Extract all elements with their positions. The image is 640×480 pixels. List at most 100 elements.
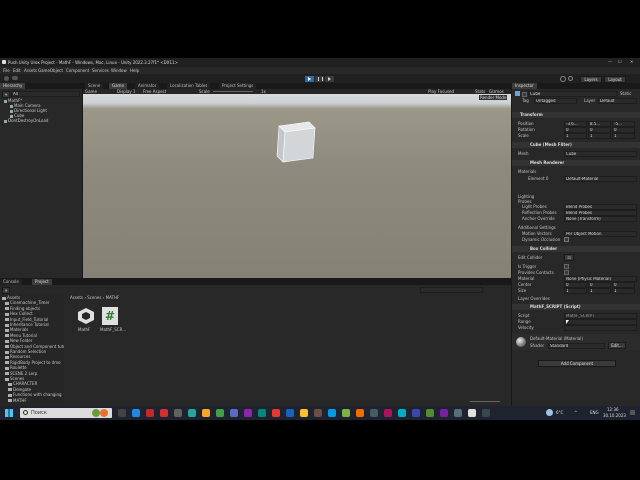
app-icon-24[interactable] — [454, 409, 462, 417]
layer-overrides-label[interactable]: Layer Overrides — [518, 296, 550, 301]
provides-contacts-checkbox[interactable] — [564, 270, 569, 275]
menu-gameobject[interactable]: GameObject — [38, 68, 63, 73]
app-icon-1[interactable] — [132, 409, 140, 417]
motion-vectors-dropdown[interactable]: Per Object Motion — [564, 231, 637, 237]
project-tree-item[interactable]: Functions with changing — [8, 392, 64, 397]
app-icon-10[interactable] — [258, 409, 266, 417]
unity-taskbar-icon[interactable] — [468, 409, 476, 417]
app-icon-18[interactable] — [370, 409, 378, 417]
project-tree-item[interactable]: Materials — [5, 327, 64, 332]
breadcrumb-mathf[interactable]: MATHF — [106, 295, 120, 300]
mesh-field[interactable]: Cube — [564, 151, 637, 157]
layout-dropdown[interactable]: Layout — [604, 76, 626, 83]
menu-assets[interactable]: Assets — [24, 68, 37, 73]
app-icon-21[interactable] — [412, 409, 420, 417]
project-tree-item[interactable]: Cinemachine_Timer — [5, 300, 64, 305]
game-viewport[interactable]: Render Mode — [83, 94, 511, 278]
size-x[interactable]: 1 — [564, 288, 587, 294]
asset-unity-scene[interactable]: MathF — [76, 307, 96, 335]
static-label[interactable]: Static — [620, 91, 631, 96]
mesh-renderer-header[interactable]: Mesh Renderer — [512, 160, 640, 166]
app-icon-4[interactable] — [174, 409, 182, 417]
tab-project[interactable]: Project — [32, 279, 52, 285]
app-icon-13[interactable] — [300, 409, 308, 417]
project-tree-item[interactable]: Resources — [5, 354, 64, 359]
project-search-input[interactable] — [420, 287, 483, 293]
hierarchy-search-input[interactable]: All — [11, 91, 80, 97]
project-tree-item[interactable]: Finding objects — [5, 306, 64, 311]
search-icon[interactable] — [568, 76, 573, 81]
app-icon-16[interactable] — [342, 409, 350, 417]
hierarchy-item[interactable]: DontDestroyOnLoad — [4, 118, 80, 123]
add-component-button[interactable]: Add Component — [538, 360, 616, 367]
scale-y[interactable]: 1 — [588, 133, 611, 139]
element-0-field[interactable]: Default-Material — [564, 176, 637, 182]
app-icon-9[interactable] — [244, 409, 252, 417]
menu-edit[interactable]: Edit — [13, 68, 21, 73]
app-icon-26[interactable] — [482, 409, 490, 417]
scale-x[interactable]: 1 — [564, 133, 587, 139]
layers-dropdown[interactable]: Layers — [580, 76, 602, 83]
add-object-button[interactable]: + — [2, 91, 10, 98]
project-tree-item[interactable]: Menu Tutorial — [5, 333, 64, 338]
create-asset-button[interactable]: + — [2, 287, 10, 294]
menu-window[interactable]: Window — [111, 68, 127, 73]
notification-icon[interactable] — [630, 410, 635, 415]
project-tree-item[interactable]: SCENE 2 Lerp — [5, 371, 64, 376]
app-icon-6[interactable] — [202, 409, 210, 417]
velocity-field[interactable] — [564, 325, 637, 331]
language-indicator[interactable]: ENG — [590, 410, 599, 415]
project-tree-item[interactable]: Roulette — [5, 365, 64, 370]
script-header[interactable]: MathF_SCRIPT (Script) — [512, 304, 640, 310]
project-tree-item[interactable]: Input_Field_Tutorial — [5, 317, 64, 322]
app-icon-22[interactable] — [426, 409, 434, 417]
project-tree-item[interactable]: Inheritance Tutorial — [5, 322, 64, 327]
shader-dropdown[interactable]: Standard — [548, 343, 605, 349]
active-checkbox[interactable] — [522, 92, 527, 97]
app-icon-8[interactable] — [230, 409, 238, 417]
menu-file[interactable]: File — [3, 68, 10, 73]
app-icon-5[interactable] — [188, 409, 196, 417]
app-icon-14[interactable] — [314, 409, 322, 417]
breadcrumb-assets[interactable]: Assets — [70, 295, 83, 300]
tab-console[interactable]: Console — [0, 279, 22, 285]
breadcrumb-scenes[interactable]: Scenes — [87, 295, 101, 300]
windows-start-icon[interactable] — [5, 409, 13, 417]
app-icon-15[interactable] — [328, 409, 336, 417]
close-button[interactable]: ✕ — [630, 59, 633, 64]
scale-z[interactable]: 1 — [612, 133, 635, 139]
taskbar-search-box[interactable]: Поиск — [20, 408, 112, 418]
project-tree-item[interactable]: Assets — [2, 295, 62, 300]
asset-script[interactable]: # MathF_SCR... — [100, 307, 126, 335]
mesh-filter-header[interactable]: Cube (Mesh Filter) — [512, 142, 640, 148]
app-icon-19[interactable] — [384, 409, 392, 417]
layer-dropdown[interactable]: Default — [598, 98, 637, 104]
account-icon[interactable] — [4, 76, 9, 81]
project-tree-item[interactable]: CHARACTER — [8, 381, 64, 386]
tray-chevron-icon[interactable]: ^ — [574, 410, 577, 415]
app-icon-11[interactable] — [272, 409, 280, 417]
icon-size-slider[interactable] — [470, 401, 500, 402]
app-icon-12[interactable] — [286, 409, 294, 417]
size-y[interactable]: 1 — [588, 288, 611, 294]
app-icon-7[interactable] — [216, 409, 224, 417]
menu-services[interactable]: Services — [92, 68, 109, 73]
project-tree-item[interactable]: Object and Component tutorial — [5, 344, 64, 349]
tab-hierarchy[interactable]: Hierarchy — [0, 83, 26, 89]
history-icon[interactable] — [560, 76, 566, 82]
tab-inspector[interactable]: Inspector — [512, 83, 537, 89]
project-tree-item[interactable]: Random Selection — [5, 349, 64, 354]
cloud-icon[interactable] — [12, 76, 18, 80]
project-tree-item[interactable]: Scenes — [5, 376, 64, 381]
shader-edit-button[interactable]: Edit... — [608, 342, 626, 349]
project-tree-item[interactable]: RigidBody Project to dmo — [5, 360, 64, 365]
object-name-input[interactable]: Cube — [528, 91, 617, 97]
weather-icon[interactable] — [546, 409, 553, 416]
box-collider-header[interactable]: Box Collider — [512, 246, 640, 252]
maximize-button[interactable]: ☐ — [618, 59, 622, 64]
edit-collider-button[interactable]: ⊡ — [564, 254, 574, 261]
cube-object[interactable] — [273, 120, 317, 164]
transform-header[interactable]: Transform — [512, 112, 640, 118]
dynamic-occlusion-checkbox[interactable] — [564, 237, 569, 242]
project-tree-item[interactable]: Delegate — [8, 387, 64, 392]
